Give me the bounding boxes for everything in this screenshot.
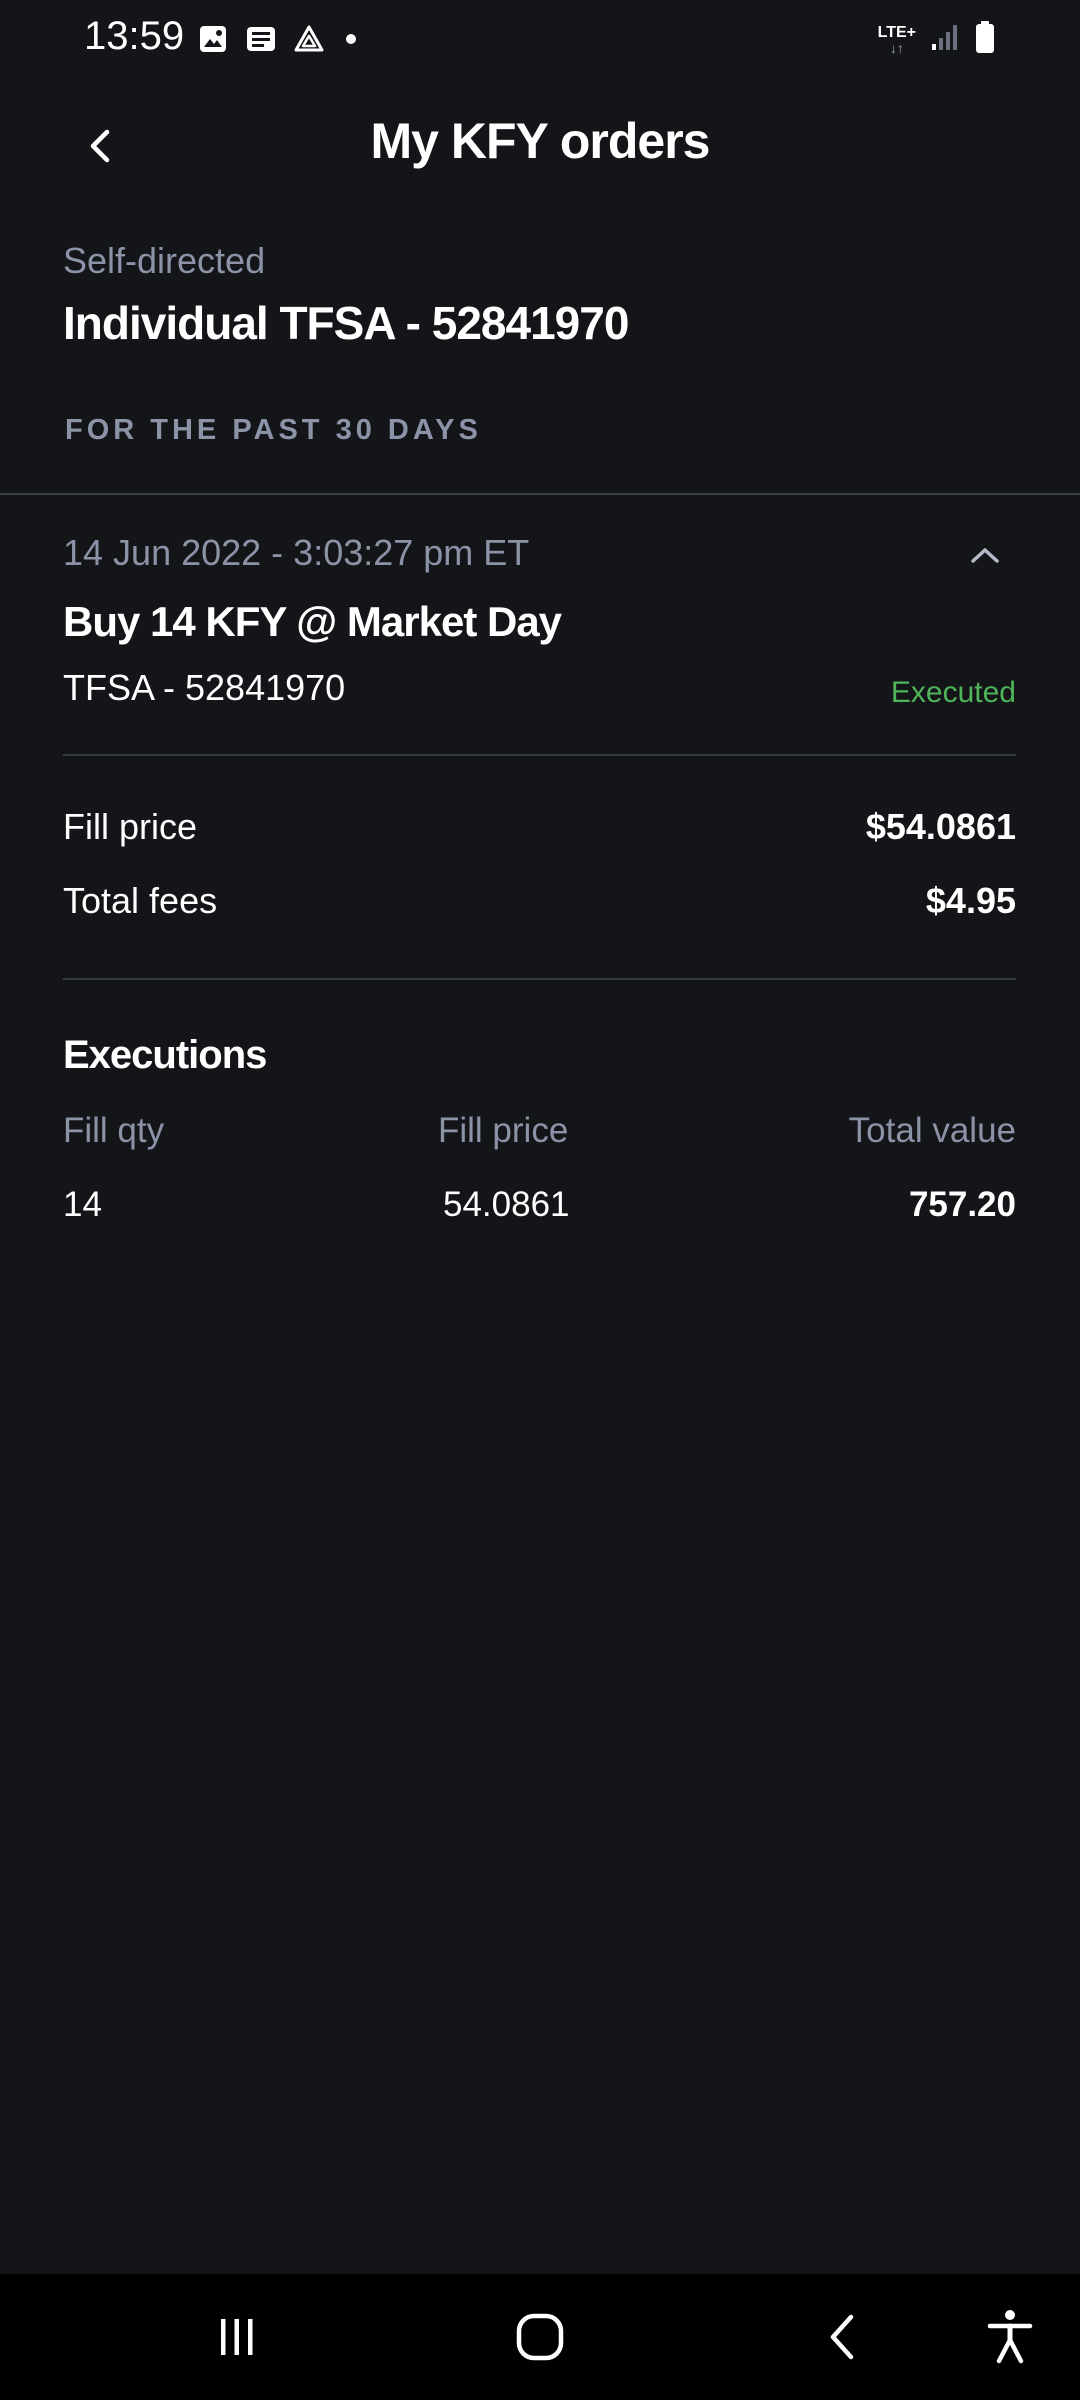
section-divider — [0, 493, 1080, 495]
account-type: Self-directed — [63, 240, 266, 281]
home-icon — [516, 2313, 564, 2361]
order-title: Buy 14 KFY @ Market Day — [63, 598, 562, 645]
total-fees-value: $4.95 — [925, 880, 1016, 921]
page-title: My KFY orders — [370, 113, 711, 169]
cell-fill-price: 54.0861 — [443, 1185, 570, 1224]
accessibility-button[interactable] — [975, 2302, 1045, 2372]
news-icon — [244, 22, 278, 56]
cell-total-value: 757.20 — [908, 1185, 1016, 1224]
gallery-icon — [196, 22, 230, 56]
screen: 13:59 LTE+ ↓↑ My KFY orders Self-directe… — [0, 0, 1080, 2400]
status-icons-left — [196, 22, 356, 56]
status-time: 13:59 — [84, 14, 185, 58]
cell-fill-qty: 14 — [63, 1185, 102, 1224]
order-divider — [63, 754, 1016, 756]
system-back-button[interactable] — [808, 2302, 878, 2372]
navigation-bar — [0, 2274, 1080, 2400]
column-header-fill-price: Fill price — [438, 1111, 569, 1150]
accessibility-icon — [987, 2310, 1033, 2364]
account-name: Individual TFSA - 52841970 — [63, 297, 629, 349]
drive-icon — [292, 22, 326, 56]
lte-icon: LTE+ ↓↑ — [877, 23, 916, 56]
order-account: TFSA - 52841970 — [63, 667, 346, 708]
status-icons-right: LTE+ ↓↑ — [878, 20, 996, 59]
battery-icon — [974, 20, 996, 59]
total-fees-label: Total fees — [63, 880, 218, 921]
chevron-up-icon — [971, 548, 999, 563]
home-button[interactable] — [505, 2302, 575, 2372]
details-divider — [63, 978, 1016, 980]
notification-dot-icon — [346, 34, 356, 44]
executions-title: Executions — [63, 1033, 267, 1077]
order-status-badge: Executed — [890, 676, 1016, 709]
status-bar: 13:59 LTE+ ↓↑ — [0, 0, 1080, 80]
column-header-total-value: Total value — [848, 1111, 1016, 1150]
order-date: 14 Jun 2022 - 3:03:27 pm ET — [63, 532, 530, 573]
back-icon — [830, 2314, 854, 2360]
period-label: FOR THE PAST 30 DAYS — [65, 414, 482, 446]
header: My KFY orders — [0, 100, 1080, 190]
collapse-button[interactable] — [960, 530, 1010, 580]
signal-icon — [930, 22, 960, 57]
recent-apps-icon — [221, 2319, 253, 2355]
fill-price-value: $54.0861 — [865, 806, 1016, 847]
fill-price-label: Fill price — [63, 806, 198, 847]
recent-apps-button[interactable] — [202, 2302, 272, 2372]
column-header-fill-qty: Fill qty — [63, 1111, 165, 1150]
